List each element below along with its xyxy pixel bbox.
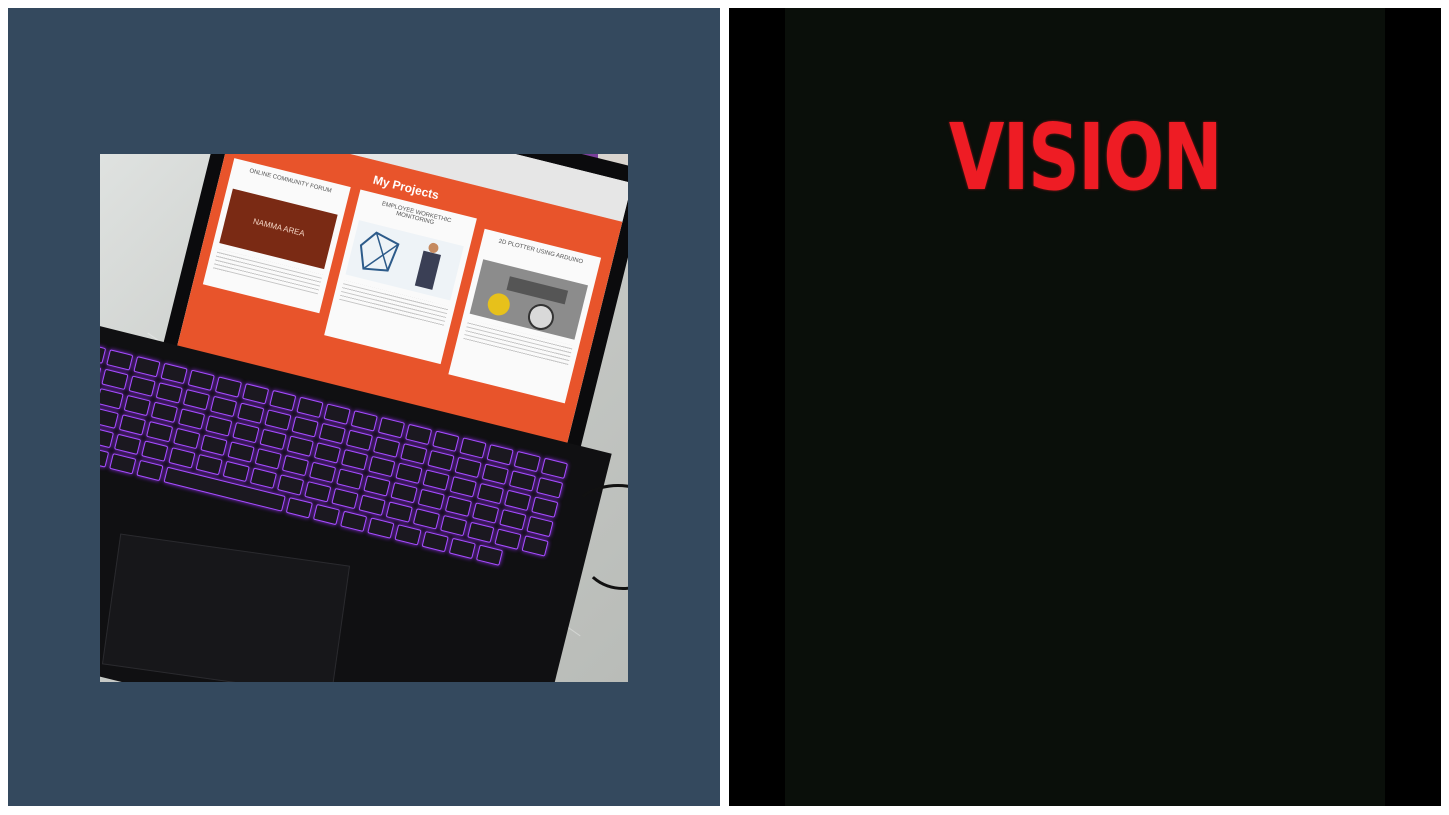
left-panel: My Projects ONLINE COMMUNITY FORUM NAMMA… [8,8,720,806]
laptop-photo: My Projects ONLINE COMMUNITY FORUM NAMMA… [100,154,628,682]
card-banner-text: NAMMA AREA [252,216,306,239]
right-panel: VISION [729,8,1441,806]
vision-title: VISION [948,104,1223,211]
dark-canvas: VISION [785,8,1385,806]
